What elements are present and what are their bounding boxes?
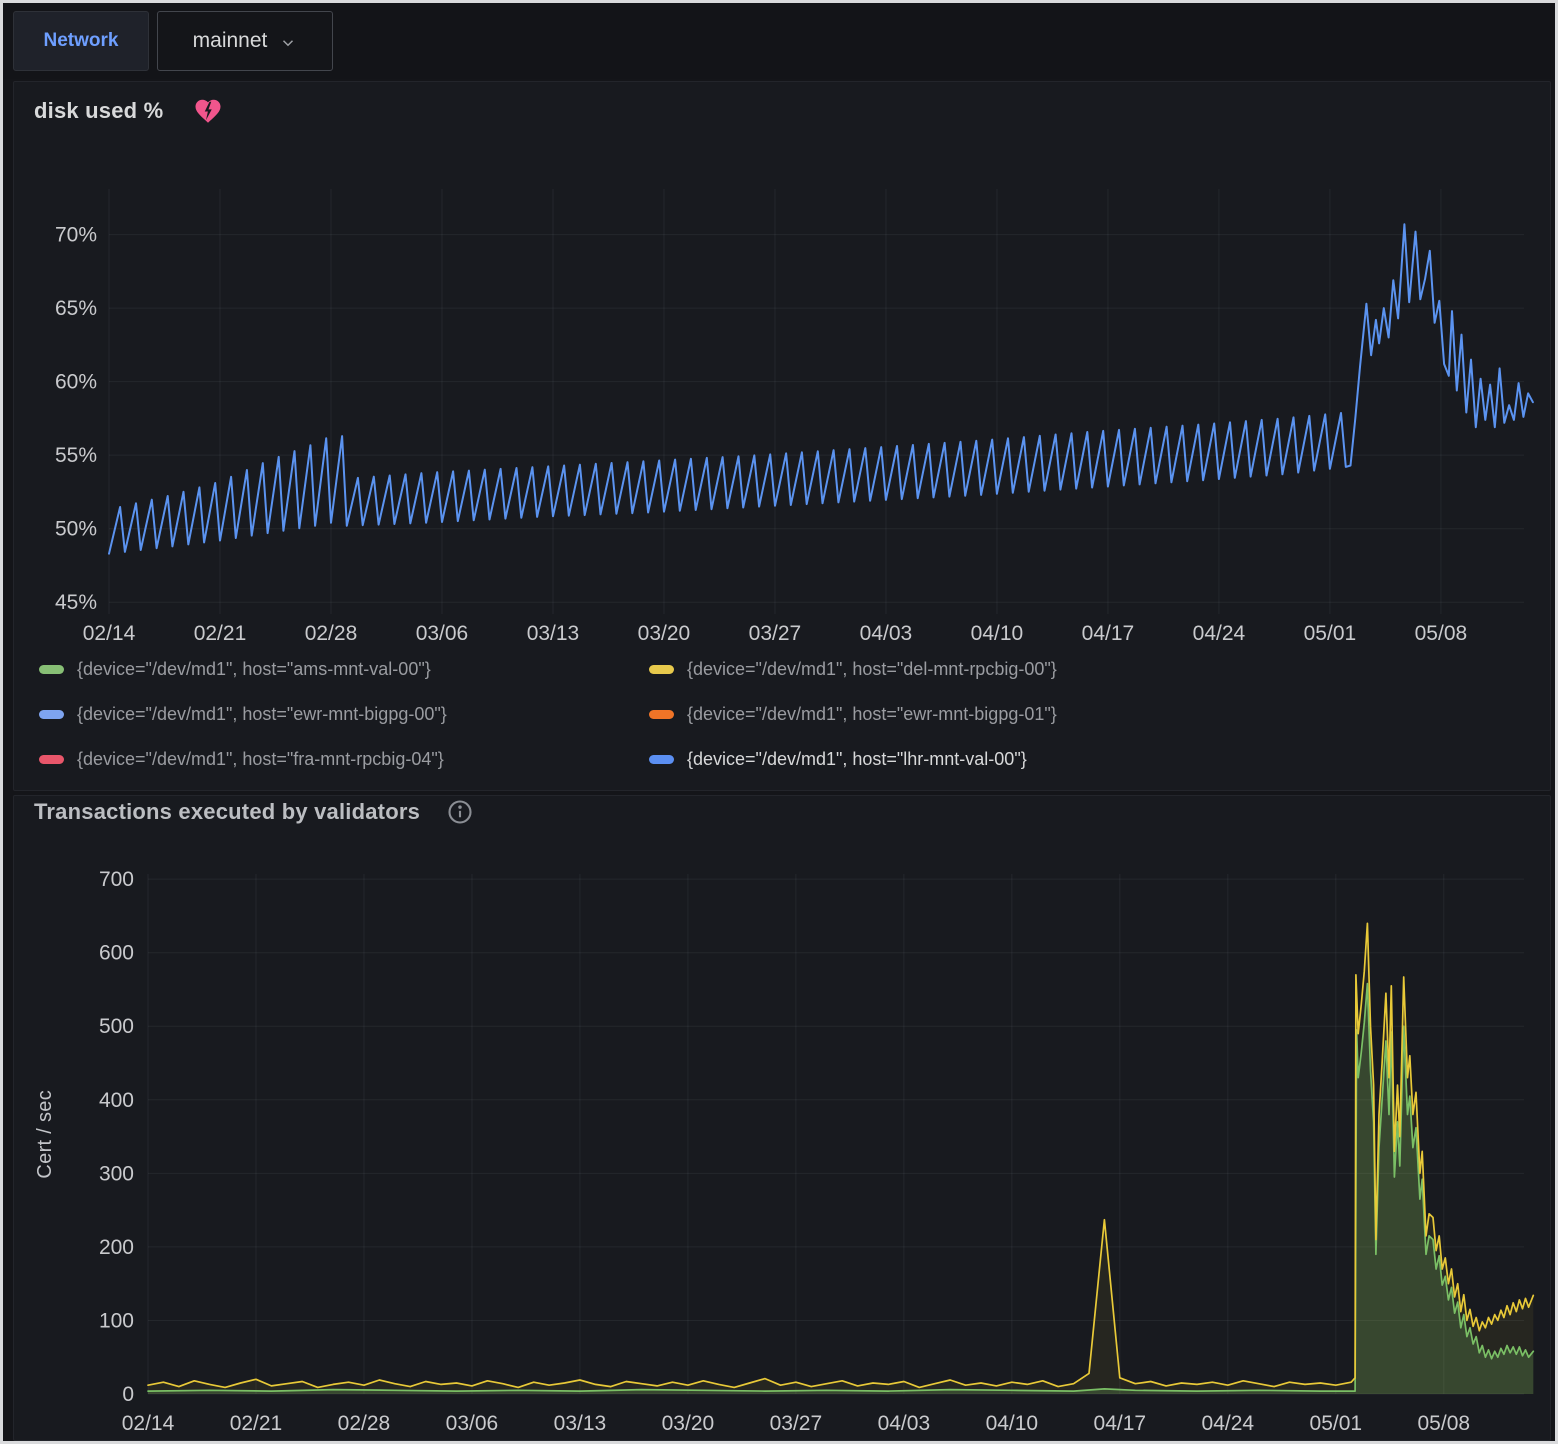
svg-text:45%: 45% <box>55 591 97 614</box>
series-line-{device="/dev/md1", host="lhr-mnt-val-00"} <box>109 224 1533 553</box>
svg-text:03/13: 03/13 <box>527 622 580 645</box>
svg-text:50%: 50% <box>55 518 97 541</box>
legend-series-marker <box>649 665 674 674</box>
legend-series-label: {device="/dev/md1", host="del-mnt-rpcbig… <box>687 659 1057 680</box>
panel-tx-header: Transactions executed by validators <box>34 798 474 826</box>
svg-text:500: 500 <box>99 1015 134 1038</box>
svg-text:70%: 70% <box>55 224 97 247</box>
svg-text:600: 600 <box>99 942 134 965</box>
svg-text:02/14: 02/14 <box>122 1412 175 1435</box>
panel-disk-header: disk used % <box>34 96 223 126</box>
chevron-down-icon <box>279 34 297 52</box>
svg-text:300: 300 <box>99 1162 134 1185</box>
panel-title[interactable]: Transactions executed by validators <box>34 799 420 825</box>
grafana-dashboard: Network mainnet disk used % 02/1402/2102… <box>0 0 1558 1444</box>
variable-label-text: Network <box>44 30 119 52</box>
panel-disk-used: disk used % 02/14 02/21 02/28 03/06 03/13 03/… <box>13 81 1551 791</box>
legend-item[interactable]: {device="/dev/md1", host="ams-mnt-val-00… <box>39 654 649 684</box>
legend-series-label: {device="/dev/md1", host="lhr-mnt-val-00… <box>687 749 1027 770</box>
variable-label: Network <box>13 11 149 71</box>
series-area-yellow <box>148 923 1533 1394</box>
legend-series-label: {device="/dev/md1", host="ewr-mnt-bigpg-… <box>687 704 1057 725</box>
svg-text:03/06: 03/06 <box>416 622 469 645</box>
svg-text:65%: 65% <box>55 297 97 320</box>
legend-series-label: {device="/dev/md1", host="fra-mnt-rpcbig… <box>77 749 444 770</box>
legend-item[interactable]: {device="/dev/md1", host="del-mnt-rpcbig… <box>649 654 1529 684</box>
svg-text:03/27: 03/27 <box>749 622 802 645</box>
legend-series-marker <box>649 755 674 764</box>
legend-item[interactable]: {device="/dev/md1", host="ewr-mnt-bigpg-… <box>649 699 1529 729</box>
legend-series-label: {device="/dev/md1", host="ewr-mnt-bigpg-… <box>77 704 447 725</box>
svg-text:03/27: 03/27 <box>770 1412 823 1435</box>
svg-text:04/03: 04/03 <box>860 622 913 645</box>
svg-text:200: 200 <box>99 1236 134 1259</box>
svg-text:04/24: 04/24 <box>1202 1412 1255 1435</box>
svg-text:03/06: 03/06 <box>446 1412 499 1435</box>
svg-text:60%: 60% <box>55 371 97 394</box>
panel-title[interactable]: disk used % <box>34 98 163 124</box>
legend-series-marker <box>649 710 674 719</box>
legend-item[interactable]: {device="/dev/md1", host="fra-mnt-rpcbig… <box>39 744 649 774</box>
svg-text:04/17: 04/17 <box>1094 1412 1147 1435</box>
variable-value-text: mainnet <box>193 29 268 53</box>
svg-text:400: 400 <box>99 1089 134 1112</box>
series-line-green <box>148 984 1533 1392</box>
svg-text:0: 0 <box>122 1383 134 1406</box>
svg-text:05/08: 05/08 <box>1418 1412 1471 1435</box>
legend-series-marker <box>39 755 64 764</box>
svg-text:02/21: 02/21 <box>230 1412 283 1435</box>
svg-text:04/03: 04/03 <box>878 1412 931 1435</box>
svg-text:05/01: 05/01 <box>1310 1412 1363 1435</box>
panel-transactions: Transactions executed by validators Cert… <box>13 795 1551 1441</box>
svg-text:02/28: 02/28 <box>305 622 358 645</box>
svg-text:55%: 55% <box>55 444 97 467</box>
legend-series-marker <box>39 710 64 719</box>
legend-series-marker <box>39 665 64 674</box>
svg-text:04/17: 04/17 <box>1082 622 1135 645</box>
dashboard-topbar: Network mainnet <box>3 3 1555 79</box>
y-axis-label: Cert / sec <box>28 874 62 1394</box>
svg-text:04/10: 04/10 <box>971 622 1024 645</box>
legend-series-label: {device="/dev/md1", host="ams-mnt-val-00… <box>77 659 431 680</box>
svg-text:03/20: 03/20 <box>638 622 691 645</box>
network-variable-dropdown[interactable]: mainnet <box>157 11 333 71</box>
alert-broken-heart-icon[interactable] <box>193 96 223 126</box>
transactions-chart: 02/14 02/21 02/28 03/06 03/13 03/20 03/27 04/03… <box>14 796 1552 1440</box>
disk-used-chart: 02/14 02/21 02/28 03/06 03/13 03/20 03/27 04/03… <box>14 82 1552 648</box>
svg-text:100: 100 <box>99 1309 134 1332</box>
svg-text:02/21: 02/21 <box>194 622 247 645</box>
svg-text:03/20: 03/20 <box>662 1412 715 1435</box>
svg-text:05/01: 05/01 <box>1304 622 1357 645</box>
svg-text:700: 700 <box>99 868 134 891</box>
svg-text:04/24: 04/24 <box>1193 622 1246 645</box>
legend-item[interactable]: {device="/dev/md1", host="ewr-mnt-bigpg-… <box>39 699 649 729</box>
svg-text:02/14: 02/14 <box>83 622 136 645</box>
legend-item[interactable]: {device="/dev/md1", host="lhr-mnt-val-00… <box>649 744 1529 774</box>
info-icon[interactable] <box>446 798 474 826</box>
series-area-green <box>148 984 1533 1394</box>
svg-text:05/08: 05/08 <box>1415 622 1468 645</box>
series-line-yellow <box>148 923 1533 1387</box>
svg-text:03/13: 03/13 <box>554 1412 607 1435</box>
disk-used-legend: {device="/dev/md1", host="ams-mnt-val-00… <box>39 654 1529 774</box>
svg-text:02/28: 02/28 <box>338 1412 391 1435</box>
svg-text:04/10: 04/10 <box>986 1412 1039 1435</box>
